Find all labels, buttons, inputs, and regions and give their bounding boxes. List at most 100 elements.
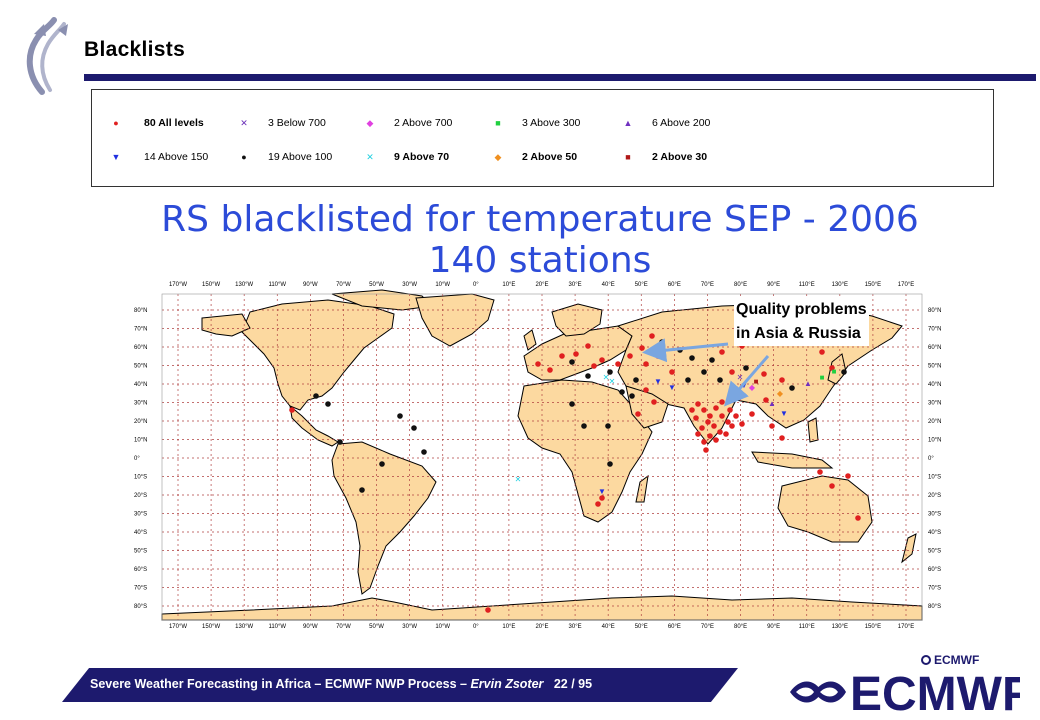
longitude-label: 70°E — [701, 624, 714, 630]
footer-text: Severe Weather Forecasting in Africa – E… — [90, 677, 592, 691]
station-marker — [569, 401, 575, 407]
station-marker — [633, 377, 639, 383]
station-marker — [615, 361, 621, 367]
legend-label: 19 Above 100 — [268, 151, 333, 163]
longitude-label: 30°W — [402, 624, 417, 630]
latitude-label-left: 80°N — [134, 308, 147, 314]
legend-label: 2 Above 700 — [394, 117, 453, 129]
longitude-label: 0° — [473, 282, 479, 288]
station-marker — [789, 385, 795, 391]
station-marker — [761, 371, 767, 377]
station-marker — [743, 365, 749, 371]
station-symbol: ■ — [754, 377, 759, 386]
station-marker — [607, 461, 613, 467]
title-rule — [84, 74, 1036, 81]
station-marker — [729, 369, 735, 375]
latitude-label-left: 60°S — [134, 567, 147, 573]
legend-symbol-icon: ● — [113, 118, 119, 128]
ecmwf-swirl-logo — [26, 17, 68, 95]
station-symbol: ▼ — [654, 377, 662, 386]
station-marker — [655, 353, 661, 359]
longitude-label: 150°W — [202, 282, 220, 288]
longitude-label: 110°E — [799, 282, 815, 288]
station-marker — [685, 377, 691, 383]
station-marker — [569, 359, 575, 365]
latitude-label-right: 70°S — [928, 586, 941, 592]
greenland — [415, 293, 495, 347]
longitude-label: 30°W — [402, 282, 417, 288]
latitude-label-left: 40°S — [134, 530, 147, 536]
longitude-label: 20°E — [535, 282, 548, 288]
station-marker — [669, 369, 675, 375]
station-marker — [719, 413, 725, 419]
legend-label: 3 Below 700 — [268, 117, 326, 129]
latitude-label-right: 20°N — [928, 419, 941, 425]
station-marker — [855, 515, 861, 521]
longitude-label: 130°E — [832, 624, 848, 630]
station-symbol: ▲ — [804, 379, 812, 388]
station-symbol: ▼ — [668, 383, 676, 392]
latitude-label-left: 0° — [134, 456, 140, 462]
station-marker — [841, 369, 847, 375]
station-marker — [313, 393, 319, 399]
legend-symbol-icon: ■ — [625, 152, 631, 162]
footer-page: 22 / 95 — [553, 677, 593, 691]
latitude-label-left: 50°N — [134, 364, 147, 370]
latitude-label-right: 20°S — [928, 493, 941, 499]
longitude-label: 80°E — [734, 624, 747, 630]
longitude-label: 170°W — [169, 624, 187, 630]
latitude-label-left: 70°N — [134, 327, 147, 333]
longitude-label: 150°W — [202, 624, 220, 630]
station-marker — [619, 389, 625, 395]
longitude-label: 70°W — [336, 282, 351, 288]
longitude-label: 10°E — [502, 624, 515, 630]
station-marker — [379, 461, 385, 467]
latitude-label-left: 30°N — [134, 401, 147, 407]
latitude-label-left: 60°N — [134, 345, 147, 351]
central-america — [289, 404, 339, 447]
station-marker — [559, 353, 565, 359]
longitude-label: 10°W — [435, 282, 450, 288]
legend-label: 3 Above 300 — [522, 117, 581, 129]
station-symbol: ▼ — [780, 409, 788, 418]
station-marker — [695, 431, 701, 437]
longitude-label: 60°E — [668, 624, 681, 630]
station-marker — [727, 407, 733, 413]
station-marker — [411, 425, 417, 431]
station-symbol: ■ — [832, 367, 837, 376]
latitude-label-right: 50°S — [928, 549, 941, 555]
station-marker — [699, 425, 705, 431]
station-marker — [627, 353, 633, 359]
station-marker — [711, 423, 717, 429]
station-marker — [595, 501, 601, 507]
station-marker — [629, 393, 635, 399]
station-marker — [701, 369, 707, 375]
station-marker — [719, 349, 725, 355]
north-america — [241, 299, 395, 411]
longitude-label: 130°W — [235, 624, 253, 630]
latitude-label-right: 60°S — [928, 567, 941, 573]
longitude-label: 170°E — [898, 624, 914, 630]
latitude-label-right: 30°N — [928, 401, 941, 407]
station-symbol: ▲ — [768, 399, 776, 408]
longitude-label: 110°E — [799, 624, 815, 630]
station-marker — [689, 355, 695, 361]
latitude-label-right: 50°N — [928, 364, 941, 370]
longitude-label: 150°E — [865, 282, 881, 288]
longitude-label: 30°E — [569, 282, 582, 288]
station-marker — [585, 373, 591, 379]
station-marker — [769, 423, 775, 429]
station-marker — [651, 399, 657, 405]
station-symbol: ✕ — [609, 377, 616, 386]
station-marker — [725, 419, 731, 425]
station-marker — [729, 423, 735, 429]
ecmwf-small-logo: ECMWF — [921, 653, 979, 667]
longitude-label: 40°E — [602, 624, 615, 630]
longitude-label: 60°E — [668, 282, 681, 288]
station-marker — [717, 429, 723, 435]
station-marker — [643, 387, 649, 393]
latitude-label-right: 40°S — [928, 530, 941, 536]
station-marker — [397, 413, 403, 419]
longitude-label: 110°W — [268, 624, 286, 630]
station-marker — [709, 357, 715, 363]
